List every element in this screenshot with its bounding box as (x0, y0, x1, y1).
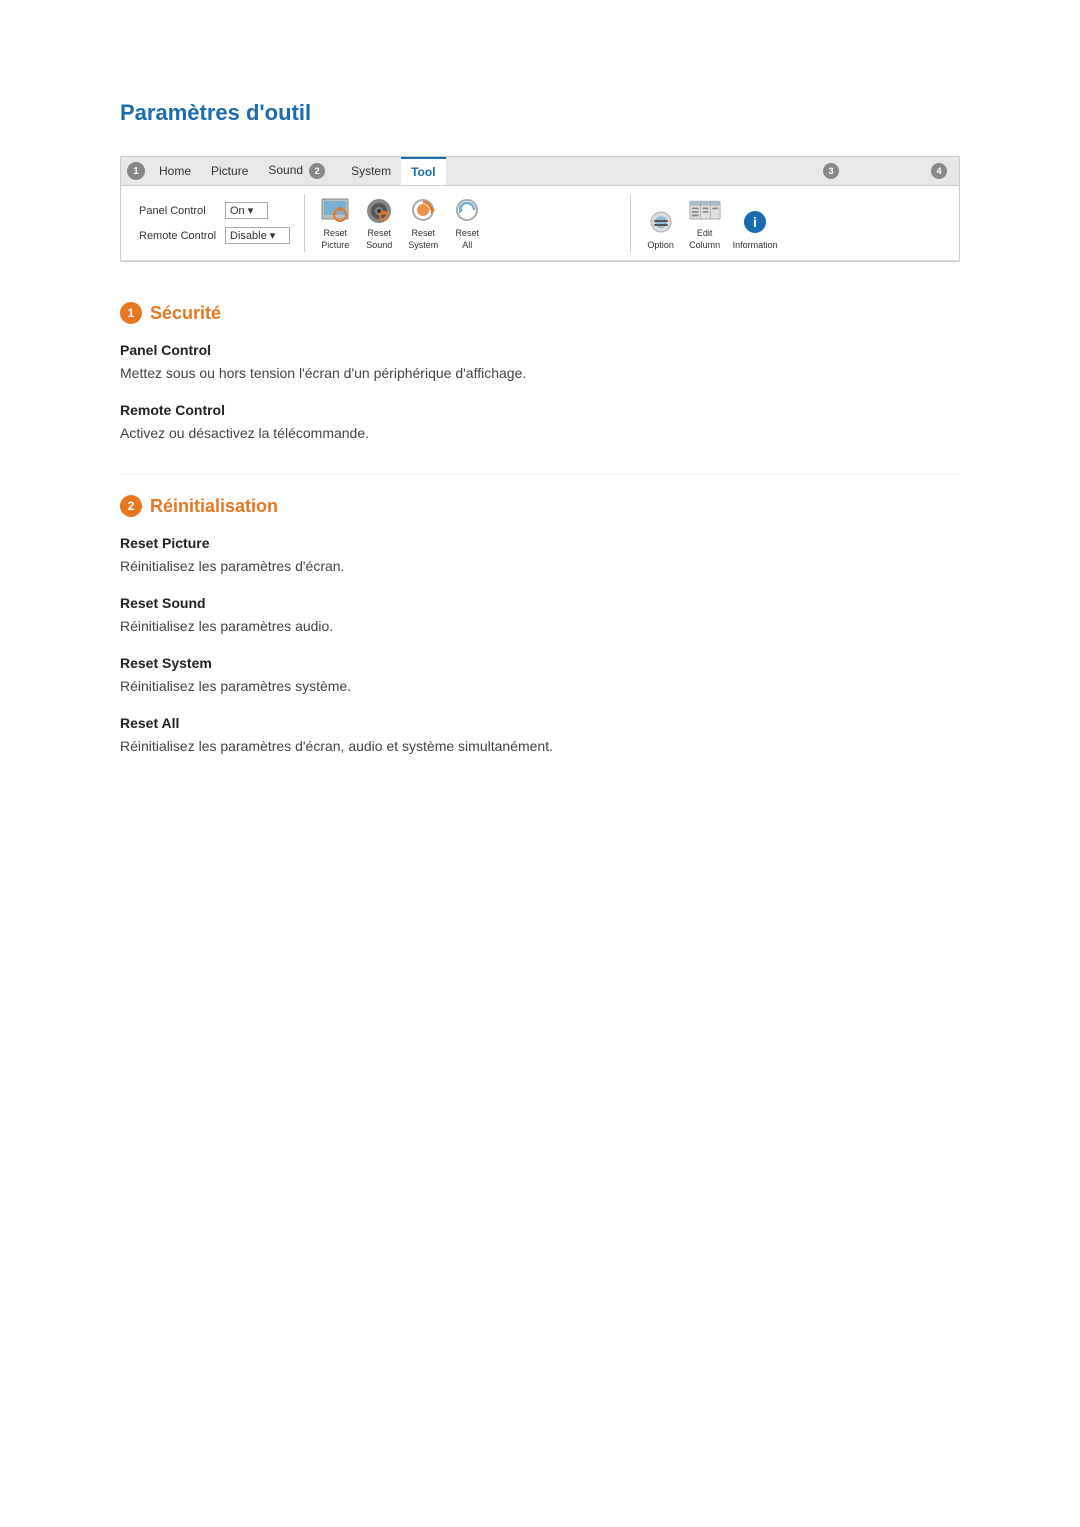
reset-icon-group: Reset Picture (311, 194, 623, 252)
remote-control-row: Remote Control Disable ▾ (139, 227, 290, 244)
reset-system-icon (407, 196, 439, 226)
left-panel: Panel Control On ▾ Remote Control Disabl… (131, 198, 298, 248)
page-container: Paramètres d'outil 1 Home Picture Sound2… (0, 0, 1080, 867)
reset-sound-icon (363, 196, 395, 226)
section-divider (120, 474, 960, 475)
section-securite-title: 1 Sécurité (120, 302, 960, 324)
separator-2 (630, 194, 631, 252)
badge-4: 4 (931, 163, 947, 179)
reset-system-label-2: System (408, 240, 438, 250)
ui-screenshot: 1 Home Picture Sound2 System Tool 3 4 Pa… (120, 156, 960, 262)
edit-column-label-2: Column (689, 240, 720, 250)
badge-1: 1 (127, 162, 145, 180)
option-icon (645, 208, 677, 238)
edit-column-icon (689, 196, 721, 226)
information-icon: i (739, 208, 771, 238)
right-icon-group: Option (637, 194, 949, 252)
panel-control-row: Panel Control On ▾ (139, 202, 290, 219)
reset-sound-button[interactable]: Reset Sound (359, 194, 399, 252)
information-label: Information (733, 240, 778, 250)
reset-all-icon (451, 196, 483, 226)
reset-sound-section-desc: Réinitialisez les paramètres audio. (120, 616, 960, 637)
tab-sound[interactable]: Sound2 (258, 157, 341, 185)
separator-1 (304, 194, 305, 252)
reset-system-section-title: Reset System (120, 655, 960, 671)
reset-picture-button[interactable]: Reset Picture (315, 194, 355, 252)
section-heading-2: Réinitialisation (150, 496, 278, 517)
reset-picture-label-2: Picture (321, 240, 349, 250)
reset-picture-label-1: Reset (324, 228, 348, 238)
remote-control-section: Remote Control Activez ou désactivez la … (120, 402, 960, 444)
tab-home[interactable]: Home (149, 158, 201, 184)
reset-all-label-2: All (462, 240, 472, 250)
badge-3: 3 (823, 163, 839, 179)
reset-all-section-title: Reset All (120, 715, 960, 731)
reset-sound-section-title: Reset Sound (120, 595, 960, 611)
reset-system-button[interactable]: Reset System (403, 194, 443, 252)
reset-picture-section: Reset Picture Réinitialisez les paramètr… (120, 535, 960, 577)
section-num-2: 2 (120, 495, 142, 517)
badge-2: 2 (309, 163, 325, 179)
remote-control-section-desc: Activez ou désactivez la télécommande. (120, 423, 960, 444)
information-button[interactable]: i Information (729, 206, 782, 252)
panel-control-label: Panel Control (139, 205, 219, 217)
page-title: Paramètres d'outil (120, 100, 960, 126)
reset-all-label-1: Reset (456, 228, 480, 238)
reset-system-section: Reset System Réinitialisez les paramètre… (120, 655, 960, 697)
tab-tool[interactable]: Tool (401, 157, 445, 185)
remote-control-label: Remote Control (139, 230, 219, 242)
reset-picture-section-title: Reset Picture (120, 535, 960, 551)
svg-text:i: i (753, 214, 757, 230)
option-label: Option (647, 240, 674, 250)
reset-system-label-1: Reset (412, 228, 436, 238)
edit-column-button[interactable]: Edit Column (685, 194, 725, 252)
panel-control-value[interactable]: On ▾ (225, 202, 268, 219)
tab-bar: 1 Home Picture Sound2 System Tool 3 4 (121, 157, 959, 186)
tab-picture[interactable]: Picture (201, 158, 258, 184)
reset-sound-label-1: Reset (368, 228, 392, 238)
reset-sound-section: Reset Sound Réinitialisez les paramètres… (120, 595, 960, 637)
reset-sound-label-2: Sound (366, 240, 392, 250)
edit-column-label-1: Edit (697, 228, 713, 238)
section-num-1: 1 (120, 302, 142, 324)
panel-control-section: Panel Control Mettez sous ou hors tensio… (120, 342, 960, 384)
toolbar-body: Panel Control On ▾ Remote Control Disabl… (121, 186, 959, 261)
section-heading-1: Sécurité (150, 303, 221, 324)
panel-control-section-title: Panel Control (120, 342, 960, 358)
section-reinitialisation: 2 Réinitialisation Reset Picture Réiniti… (120, 495, 960, 757)
reset-all-section: Reset All Réinitialisez les paramètres d… (120, 715, 960, 757)
panel-control-section-desc: Mettez sous ou hors tension l'écran d'un… (120, 363, 960, 384)
reset-all-button[interactable]: Reset All (447, 194, 487, 252)
reset-all-section-desc: Réinitialisez les paramètres d'écran, au… (120, 736, 960, 757)
reset-picture-section-desc: Réinitialisez les paramètres d'écran. (120, 556, 960, 577)
reset-picture-icon (319, 196, 351, 226)
remote-control-value[interactable]: Disable ▾ (225, 227, 290, 244)
section-reinitialisation-title: 2 Réinitialisation (120, 495, 960, 517)
section-securite: 1 Sécurité Panel Control Mettez sous ou … (120, 302, 960, 444)
tab-system[interactable]: System (341, 158, 401, 184)
reset-system-section-desc: Réinitialisez les paramètres système. (120, 676, 960, 697)
remote-control-section-title: Remote Control (120, 402, 960, 418)
option-button[interactable]: Option (641, 206, 681, 252)
